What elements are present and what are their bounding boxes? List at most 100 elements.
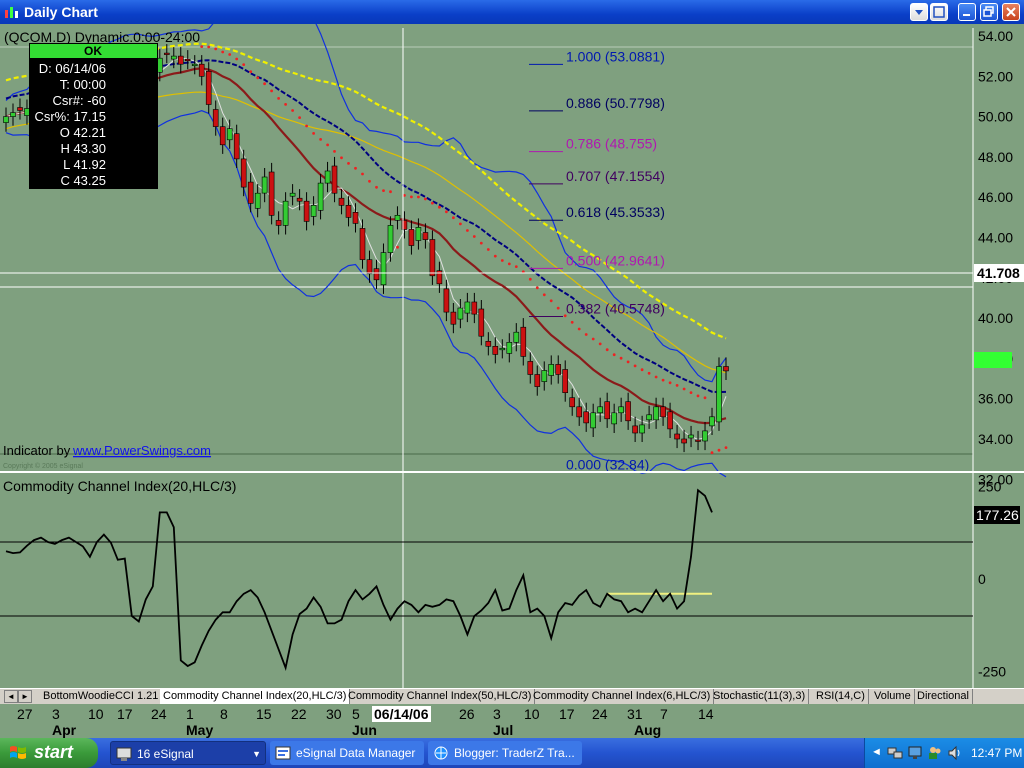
candle-body bbox=[338, 197, 345, 206]
tab-scroll-left-icon[interactable]: ◄ bbox=[4, 690, 18, 703]
candle-body bbox=[450, 311, 457, 325]
cursor-ok-label: OK bbox=[84, 44, 102, 58]
clock[interactable]: 12:47 PM bbox=[971, 746, 1022, 760]
psar-dot bbox=[577, 327, 581, 331]
psar-dot bbox=[368, 179, 371, 183]
psar-dot bbox=[438, 205, 441, 209]
psar-dot bbox=[228, 53, 232, 56]
candle-body bbox=[324, 170, 331, 184]
candle-body bbox=[310, 205, 317, 217]
chart-area[interactable]: 1.000 (53.0881) 0.886 (50.7798) 0.786 (48.… bbox=[0, 0, 1024, 704]
tab-study-6[interactable]: Volume bbox=[871, 689, 915, 704]
properties-icon[interactable] bbox=[930, 3, 948, 21]
cci-last-value: 177.26 bbox=[976, 507, 1019, 523]
people-icon[interactable] bbox=[927, 745, 943, 761]
candle-body bbox=[380, 252, 387, 286]
psar-dot bbox=[284, 103, 287, 106]
candle-body bbox=[275, 220, 282, 226]
candle-body bbox=[674, 433, 680, 440]
price-tick-label: 36.00 bbox=[978, 391, 1013, 407]
candle-body bbox=[541, 370, 548, 382]
day-label: 31 bbox=[627, 706, 643, 722]
taskbar-item-data-manager[interactable]: eSignal Data Manager bbox=[270, 741, 424, 765]
candle-body bbox=[219, 126, 226, 146]
psar-dot bbox=[479, 241, 483, 245]
taskbar-item-data-manager-label: eSignal Data Manager bbox=[296, 746, 416, 760]
candle-body bbox=[205, 71, 212, 105]
day-label: 7 bbox=[660, 706, 668, 722]
tab-study-2[interactable]: Commodity Channel Index(50,HLC/3) bbox=[345, 689, 536, 704]
cci-tick-label: -250 bbox=[978, 664, 1006, 680]
date-axis: 27 3 10 17 24 1 8 15 22 30 5 06/14/06 26 3 10 17 24 31 7 14… bbox=[0, 704, 1024, 738]
day-label: 17 bbox=[117, 706, 133, 722]
powerswings-link[interactable]: www.PowerSwings.com bbox=[72, 443, 211, 458]
taskbar-item-blogger[interactable]: Blogger: TraderZ Tra... bbox=[428, 741, 582, 765]
candle-body bbox=[639, 424, 645, 434]
day-label: 15 bbox=[256, 706, 272, 722]
candle-body bbox=[352, 212, 359, 224]
psar-dot bbox=[410, 195, 413, 199]
network-icon[interactable] bbox=[887, 745, 903, 761]
psar-dot bbox=[605, 348, 609, 352]
window-title: Daily Chart bbox=[24, 4, 98, 20]
cursor-row: L 41.92 bbox=[63, 157, 106, 172]
tab-scroll-right-icon[interactable]: ► bbox=[18, 690, 32, 703]
window-titlebar: Daily Chart bbox=[0, 0, 1024, 24]
minimize-button[interactable] bbox=[958, 3, 976, 21]
candle-body bbox=[597, 406, 604, 414]
taskbar-item-esignal[interactable]: 16 eSignal ▼ bbox=[110, 741, 266, 765]
tab-study-5[interactable]: RSI(14,C) bbox=[813, 689, 869, 704]
speaker-icon[interactable] bbox=[947, 745, 963, 761]
tab-study-7[interactable]: Directional bbox=[914, 689, 973, 704]
dropdown-icon[interactable] bbox=[910, 3, 928, 21]
candle-body bbox=[513, 331, 520, 343]
day-label: 26 bbox=[459, 706, 475, 722]
psar-dot bbox=[249, 70, 253, 73]
candle-body bbox=[646, 414, 652, 421]
month-label: Aug bbox=[634, 722, 662, 738]
psar-dot bbox=[466, 229, 469, 232]
browser-icon bbox=[434, 746, 448, 760]
psar-dot bbox=[619, 356, 623, 360]
psar-dot bbox=[570, 320, 574, 324]
cci-tick-label: 0 bbox=[978, 571, 986, 587]
fib-label-1: 0.886 (50.7798) bbox=[566, 95, 665, 111]
tab-study-0[interactable]: BottomWoodieCCI 1.21 bbox=[40, 689, 163, 704]
candle-body bbox=[3, 116, 9, 123]
candle-body bbox=[527, 361, 534, 375]
indicator-credit-prefix: Indicator by bbox=[3, 443, 71, 458]
candle-body bbox=[282, 200, 289, 226]
candle-body bbox=[534, 374, 541, 387]
tray-expand-icon[interactable]: ◄ bbox=[871, 746, 882, 758]
group-arrow-icon: ▼ bbox=[252, 749, 261, 759]
price-tick-label: 44.00 bbox=[978, 230, 1013, 246]
candle-body bbox=[394, 215, 401, 221]
tab-study-3[interactable]: Commodity Channel Index(6,HLC/3) bbox=[530, 689, 715, 704]
psar-dot bbox=[431, 201, 434, 205]
candle-body bbox=[702, 430, 708, 442]
psar-dot bbox=[312, 132, 315, 135]
monitor-icon[interactable] bbox=[907, 745, 923, 761]
fib-label-7: 0.000 (32.84) bbox=[566, 456, 649, 472]
start-button[interactable]: start bbox=[0, 738, 98, 768]
study-tabs: ◄ ► BottomWoodieCCI 1.21 Commodity Channe… bbox=[0, 688, 1024, 705]
month-label: May bbox=[186, 722, 214, 738]
candle-body bbox=[625, 401, 631, 422]
psar-dot bbox=[717, 448, 721, 452]
day-label: 3 bbox=[52, 706, 60, 722]
close-button[interactable] bbox=[1002, 3, 1020, 21]
day-label: 27 bbox=[17, 706, 33, 722]
day-label: 24 bbox=[592, 706, 608, 722]
fib-label-3: 0.707 (47.1554) bbox=[566, 168, 665, 184]
candle-body bbox=[492, 345, 499, 355]
candle-body bbox=[590, 412, 597, 429]
candle-body bbox=[660, 406, 666, 418]
restore-button[interactable] bbox=[980, 3, 998, 21]
day-label: 30 bbox=[326, 706, 342, 722]
cursor-window: OK D: 06/14/06T: 00:00Csr#: -60Csr%: 17.… bbox=[29, 43, 158, 189]
tab-study-1[interactable]: Commodity Channel Index(20,HLC/3) bbox=[160, 689, 351, 704]
chart-canvas[interactable]: 1.000 (53.0881) 0.886 (50.7798) 0.786 (48.… bbox=[0, 0, 1024, 704]
psar-dot bbox=[389, 190, 392, 194]
candle-body bbox=[317, 182, 324, 211]
tab-study-4[interactable]: Stochastic(11(3),3) bbox=[710, 689, 810, 704]
